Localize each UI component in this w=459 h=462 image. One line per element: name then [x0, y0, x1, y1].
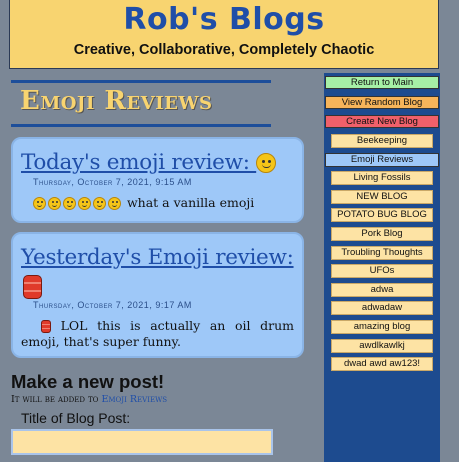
- post-body: what a vanilla emoji: [21, 195, 294, 211]
- site-title[interactable]: Rob's Blogs: [10, 3, 438, 37]
- sidebar-blog-item[interactable]: POTATO BUG BLOG: [331, 208, 433, 223]
- sidebar-blog-item[interactable]: awdlkawlkj: [331, 338, 433, 353]
- post-title[interactable]: Yesterday's Emoji review:: [21, 244, 302, 272]
- sidebar-blog-item[interactable]: Pork Blog: [331, 227, 433, 241]
- post-title-input[interactable]: [11, 429, 273, 455]
- sidebar-blog-item[interactable]: Emoji Reviews: [325, 152, 439, 167]
- new-post-note-prefix: It will be added to: [11, 394, 102, 405]
- oil-drum-icon: [23, 275, 42, 299]
- smiling-face-icon: [48, 197, 61, 210]
- title-rule-top: [11, 80, 271, 83]
- return-to-main-button[interactable]: Return to Main: [325, 76, 439, 89]
- post-title-emoji: [23, 275, 302, 300]
- post-body: LOL this is actually an oil drum emoji, …: [21, 318, 294, 350]
- smiling-face-icon: [63, 197, 76, 210]
- new-post-note: It will be added to Emoji Reviews: [11, 394, 167, 405]
- post-date: Thursday, October 7, 2021, 9:17 AM: [33, 300, 192, 310]
- sidebar-blog-item[interactable]: adwa: [331, 282, 433, 297]
- title-label: Title of Blog Post:: [21, 410, 131, 426]
- post-title-text: Yesterday's Emoji review:: [21, 245, 294, 270]
- smiling-face-icon: [93, 197, 106, 210]
- blog-post: Yesterday's Emoji review: Thursday, Octo…: [11, 232, 304, 358]
- smiling-face-icon: [108, 197, 121, 210]
- sidebar-blog-item[interactable]: NEW BLOG: [331, 189, 433, 204]
- page-title: Emoji Reviews: [20, 86, 213, 116]
- smiling-face-icon: [78, 197, 91, 210]
- sidebar-blog-item[interactable]: Beekeeping: [331, 134, 433, 148]
- smiling-face-icon: [256, 153, 277, 173]
- post-body-text: what a vanilla emoji: [123, 195, 255, 210]
- sidebar-blog-item[interactable]: adwadaw: [331, 301, 433, 316]
- new-post-blog-link[interactable]: Emoji Reviews: [101, 394, 167, 405]
- emoji-row: [33, 195, 123, 210]
- oil-drum-icon: [41, 320, 51, 333]
- sidebar-blog-item[interactable]: UFOs: [331, 264, 433, 279]
- post-date: Thursday, October 7, 2021, 9:15 AM: [33, 177, 192, 187]
- post-title[interactable]: Today's emoji review:: [21, 149, 302, 177]
- sidebar-blog-item[interactable]: amazing blog: [331, 320, 433, 334]
- new-post-heading: Make a new post!: [11, 371, 165, 392]
- sidebar-blog-item[interactable]: Living Fossils: [331, 171, 433, 186]
- site-subtitle: Creative, Collaborative, Completely Chao…: [73, 42, 375, 58]
- view-random-blog-button[interactable]: View Random Blog: [325, 96, 439, 109]
- site-header: Rob's Blogs Creative, Collaborative, Com…: [9, 0, 439, 69]
- smiling-face-icon: [33, 197, 46, 210]
- title-rule-bottom: [11, 124, 271, 127]
- blog-post: Today's emoji review: Thursday, October …: [11, 137, 304, 223]
- post-title-text: Today's emoji review:: [21, 150, 257, 175]
- sidebar-blog-item[interactable]: Troubling Thoughts: [331, 245, 433, 260]
- sidebar-blog-item[interactable]: dwad awd aw123!: [331, 357, 433, 372]
- post-body-text: LOL this is actually an oil drum emoji, …: [21, 318, 294, 349]
- sidebar: Return to Main View Random Blog Create N…: [324, 73, 440, 462]
- create-new-blog-button[interactable]: Create New Blog: [325, 115, 439, 128]
